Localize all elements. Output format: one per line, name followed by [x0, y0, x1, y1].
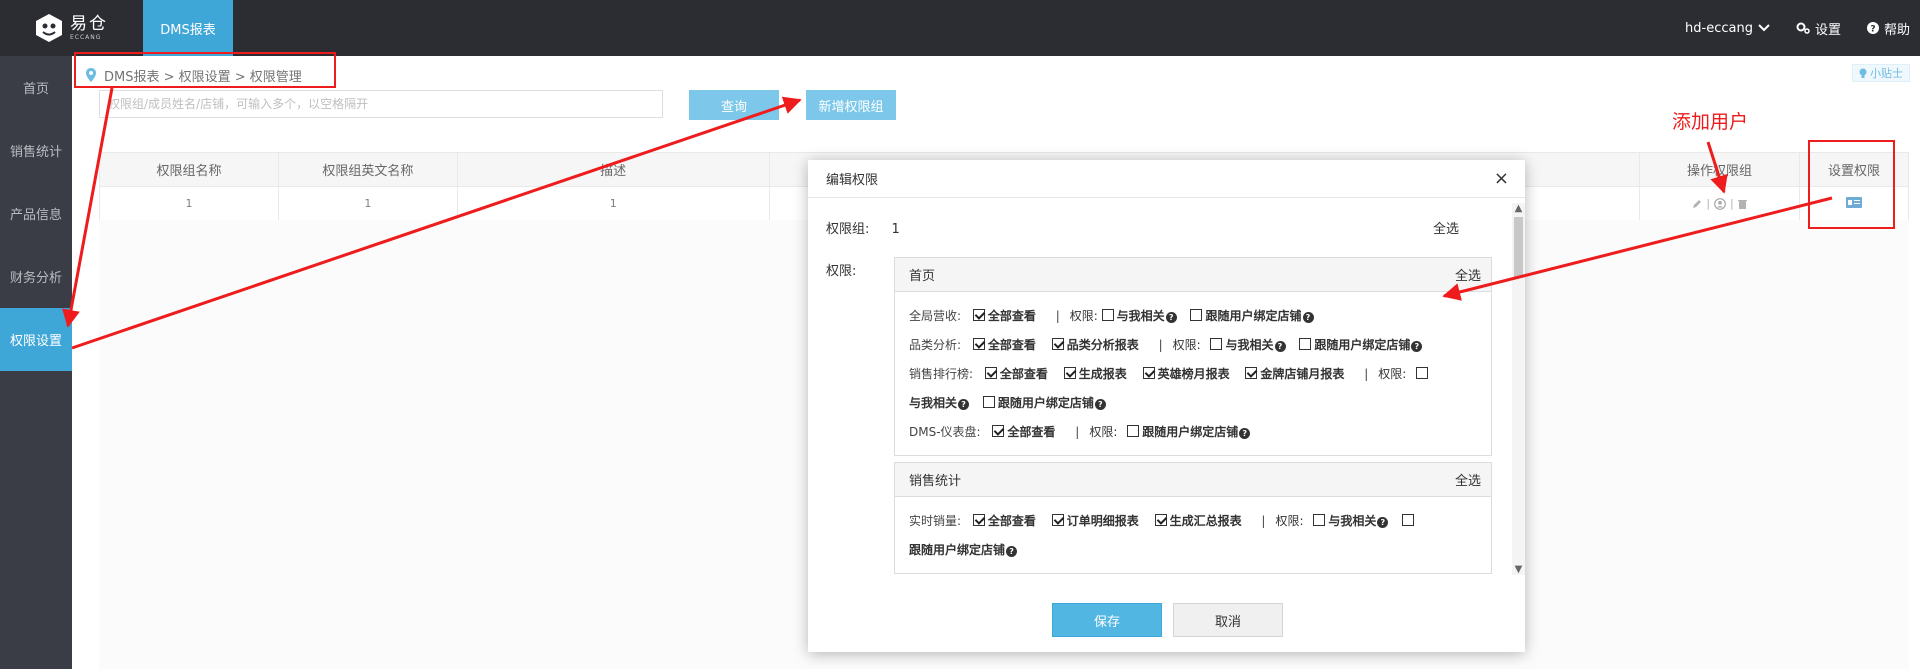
question-icon: ?: [1302, 312, 1314, 323]
cancel-button[interactable]: 取消: [1173, 603, 1283, 637]
user-menu[interactable]: hd-eccang: [1685, 21, 1770, 36]
sidebar-item-permissions[interactable]: 权限设置: [0, 308, 72, 371]
checkbox-follow-store[interactable]: [1127, 425, 1140, 437]
checkbox-follow-store[interactable]: [982, 396, 995, 408]
scroll-down-icon[interactable]: ▼: [1512, 564, 1525, 575]
user-name: hd-eccang: [1685, 20, 1753, 36]
question-icon: ?: [1239, 428, 1251, 439]
checkbox-view-all[interactable]: [972, 309, 985, 321]
group-label: 权限组:: [826, 222, 870, 237]
settings-label: 设置: [1814, 22, 1841, 38]
svg-text:?: ?: [1870, 25, 1875, 35]
question-icon: ?: [958, 399, 970, 410]
sidebar: 首页 销售统计 产品信息 财务分析 权限设置: [0, 56, 72, 669]
checkbox-summary-report[interactable]: [1154, 514, 1167, 526]
checkbox-view-all[interactable]: [972, 338, 985, 350]
perm-row-realtime-sales: 实时销量: 全部查看 订单明细报表 生成汇总报表 | 权限: 与我相关? 跟随用户…: [909, 507, 1477, 565]
gear-icon: [1796, 22, 1810, 34]
select-all-global[interactable]: 全选: [1433, 218, 1459, 237]
help-icon: ?: [1866, 22, 1879, 35]
logo-icon: [36, 14, 62, 42]
checkbox-follow-store[interactable]: [1402, 514, 1415, 526]
sidebar-item-sales-stats[interactable]: 销售统计: [0, 119, 72, 182]
save-button[interactable]: 保存: [1052, 603, 1162, 637]
checkbox-related-to-me[interactable]: [1101, 309, 1114, 321]
panel-home-select-all[interactable]: 全选: [1455, 265, 1481, 284]
question-icon: ?: [1165, 312, 1177, 323]
panel-home-title: 首页: [909, 269, 936, 284]
perm-row-dms-dashboard: DMS-仪表盘: 全部查看 | 权限: 跟随用户绑定店铺?: [909, 418, 1477, 447]
close-icon[interactable]: ×: [1494, 168, 1509, 189]
help-label: 帮助: [1883, 22, 1910, 38]
annotation-add-user: 添加用户: [1672, 111, 1749, 133]
logo-text-cn: 易仓: [70, 13, 108, 34]
checkbox-category-report[interactable]: [1051, 338, 1064, 350]
settings-link[interactable]: 设置: [1796, 19, 1841, 38]
tab-dms-report[interactable]: DMS报表: [143, 0, 233, 56]
permission-scroll-area[interactable]: 首页 全选 全局营收: 全部查看 | 权限: 与我相关? 跟随用户绑定店铺? 品类…: [894, 257, 1494, 575]
permission-label: 权限:: [826, 264, 857, 279]
panel-sales-select-all[interactable]: 全选: [1455, 470, 1481, 489]
perm-row-sales-ranking: 销售排行榜: 全部查看 生成报表 英雄榜月报表 金牌店铺月报表 | 权限: 与我相…: [909, 360, 1477, 418]
question-icon: ?: [1006, 546, 1018, 557]
scroll-up-icon[interactable]: ▲: [1512, 203, 1525, 214]
checkbox-related-to-me[interactable]: [1416, 367, 1429, 379]
panel-sales-title: 销售统计: [909, 474, 962, 489]
checkbox-generate-report[interactable]: [1063, 367, 1076, 379]
checkbox-hero-report[interactable]: [1142, 367, 1155, 379]
sidebar-item-home[interactable]: 首页: [0, 56, 72, 119]
checkbox-related-to-me[interactable]: [1210, 338, 1223, 350]
checkbox-follow-store[interactable]: [1190, 309, 1203, 321]
panel-sales-stats: 销售统计 全选 实时销量: 全部查看 订单明细报表 生成汇总报表 | 权限: 与我…: [894, 462, 1492, 574]
sidebar-item-finance[interactable]: 财务分析: [0, 245, 72, 308]
sidebar-item-product-info[interactable]: 产品信息: [0, 182, 72, 245]
checkbox-order-detail[interactable]: [1051, 514, 1064, 526]
checkbox-follow-store[interactable]: [1299, 338, 1312, 350]
eccang-logo[interactable]: 易仓 ECCANG: [34, 10, 108, 46]
scrollbar-thumb[interactable]: [1514, 217, 1523, 277]
help-link[interactable]: ? 帮助: [1866, 19, 1910, 38]
panel-home: 首页 全选 全局营收: 全部查看 | 权限: 与我相关? 跟随用户绑定店铺? 品类…: [894, 257, 1492, 456]
scrollbar[interactable]: ▲ ▼: [1512, 203, 1525, 575]
question-icon: ?: [1274, 341, 1286, 352]
modal-title: 编辑权限: [826, 173, 879, 188]
top-navbar: 易仓 ECCANG DMS报表 hd-eccang 设置 ? 帮助: [0, 0, 1920, 56]
checkbox-view-all[interactable]: [984, 367, 997, 379]
perm-row-global-revenue: 全局营收: 全部查看 | 权限: 与我相关? 跟随用户绑定店铺?: [909, 302, 1477, 331]
question-icon: ?: [1094, 399, 1106, 410]
logo-text-en: ECCANG: [70, 33, 102, 41]
checkbox-view-all[interactable]: [972, 514, 985, 526]
chevron-down-icon: [1758, 24, 1770, 32]
annotation-box-set-permission: [1808, 140, 1895, 229]
question-icon: ?: [1377, 517, 1389, 528]
group-value: 1: [891, 222, 900, 237]
checkbox-view-all[interactable]: [992, 425, 1005, 437]
checkbox-gold-store-report[interactable]: [1245, 367, 1258, 379]
question-icon: ?: [1411, 341, 1423, 352]
perm-row-category-analysis: 品类分析: 全部查看 品类分析报表 | 权限: 与我相关? 跟随用户绑定店铺?: [909, 331, 1477, 360]
checkbox-related-to-me[interactable]: [1313, 514, 1326, 526]
annotation-box-breadcrumb: [74, 52, 336, 88]
edit-permission-modal: 编辑权限 × 权限组: 1 全选 权限: 首页 全选 全局营收: 全部查看 | 权…: [808, 160, 1525, 652]
